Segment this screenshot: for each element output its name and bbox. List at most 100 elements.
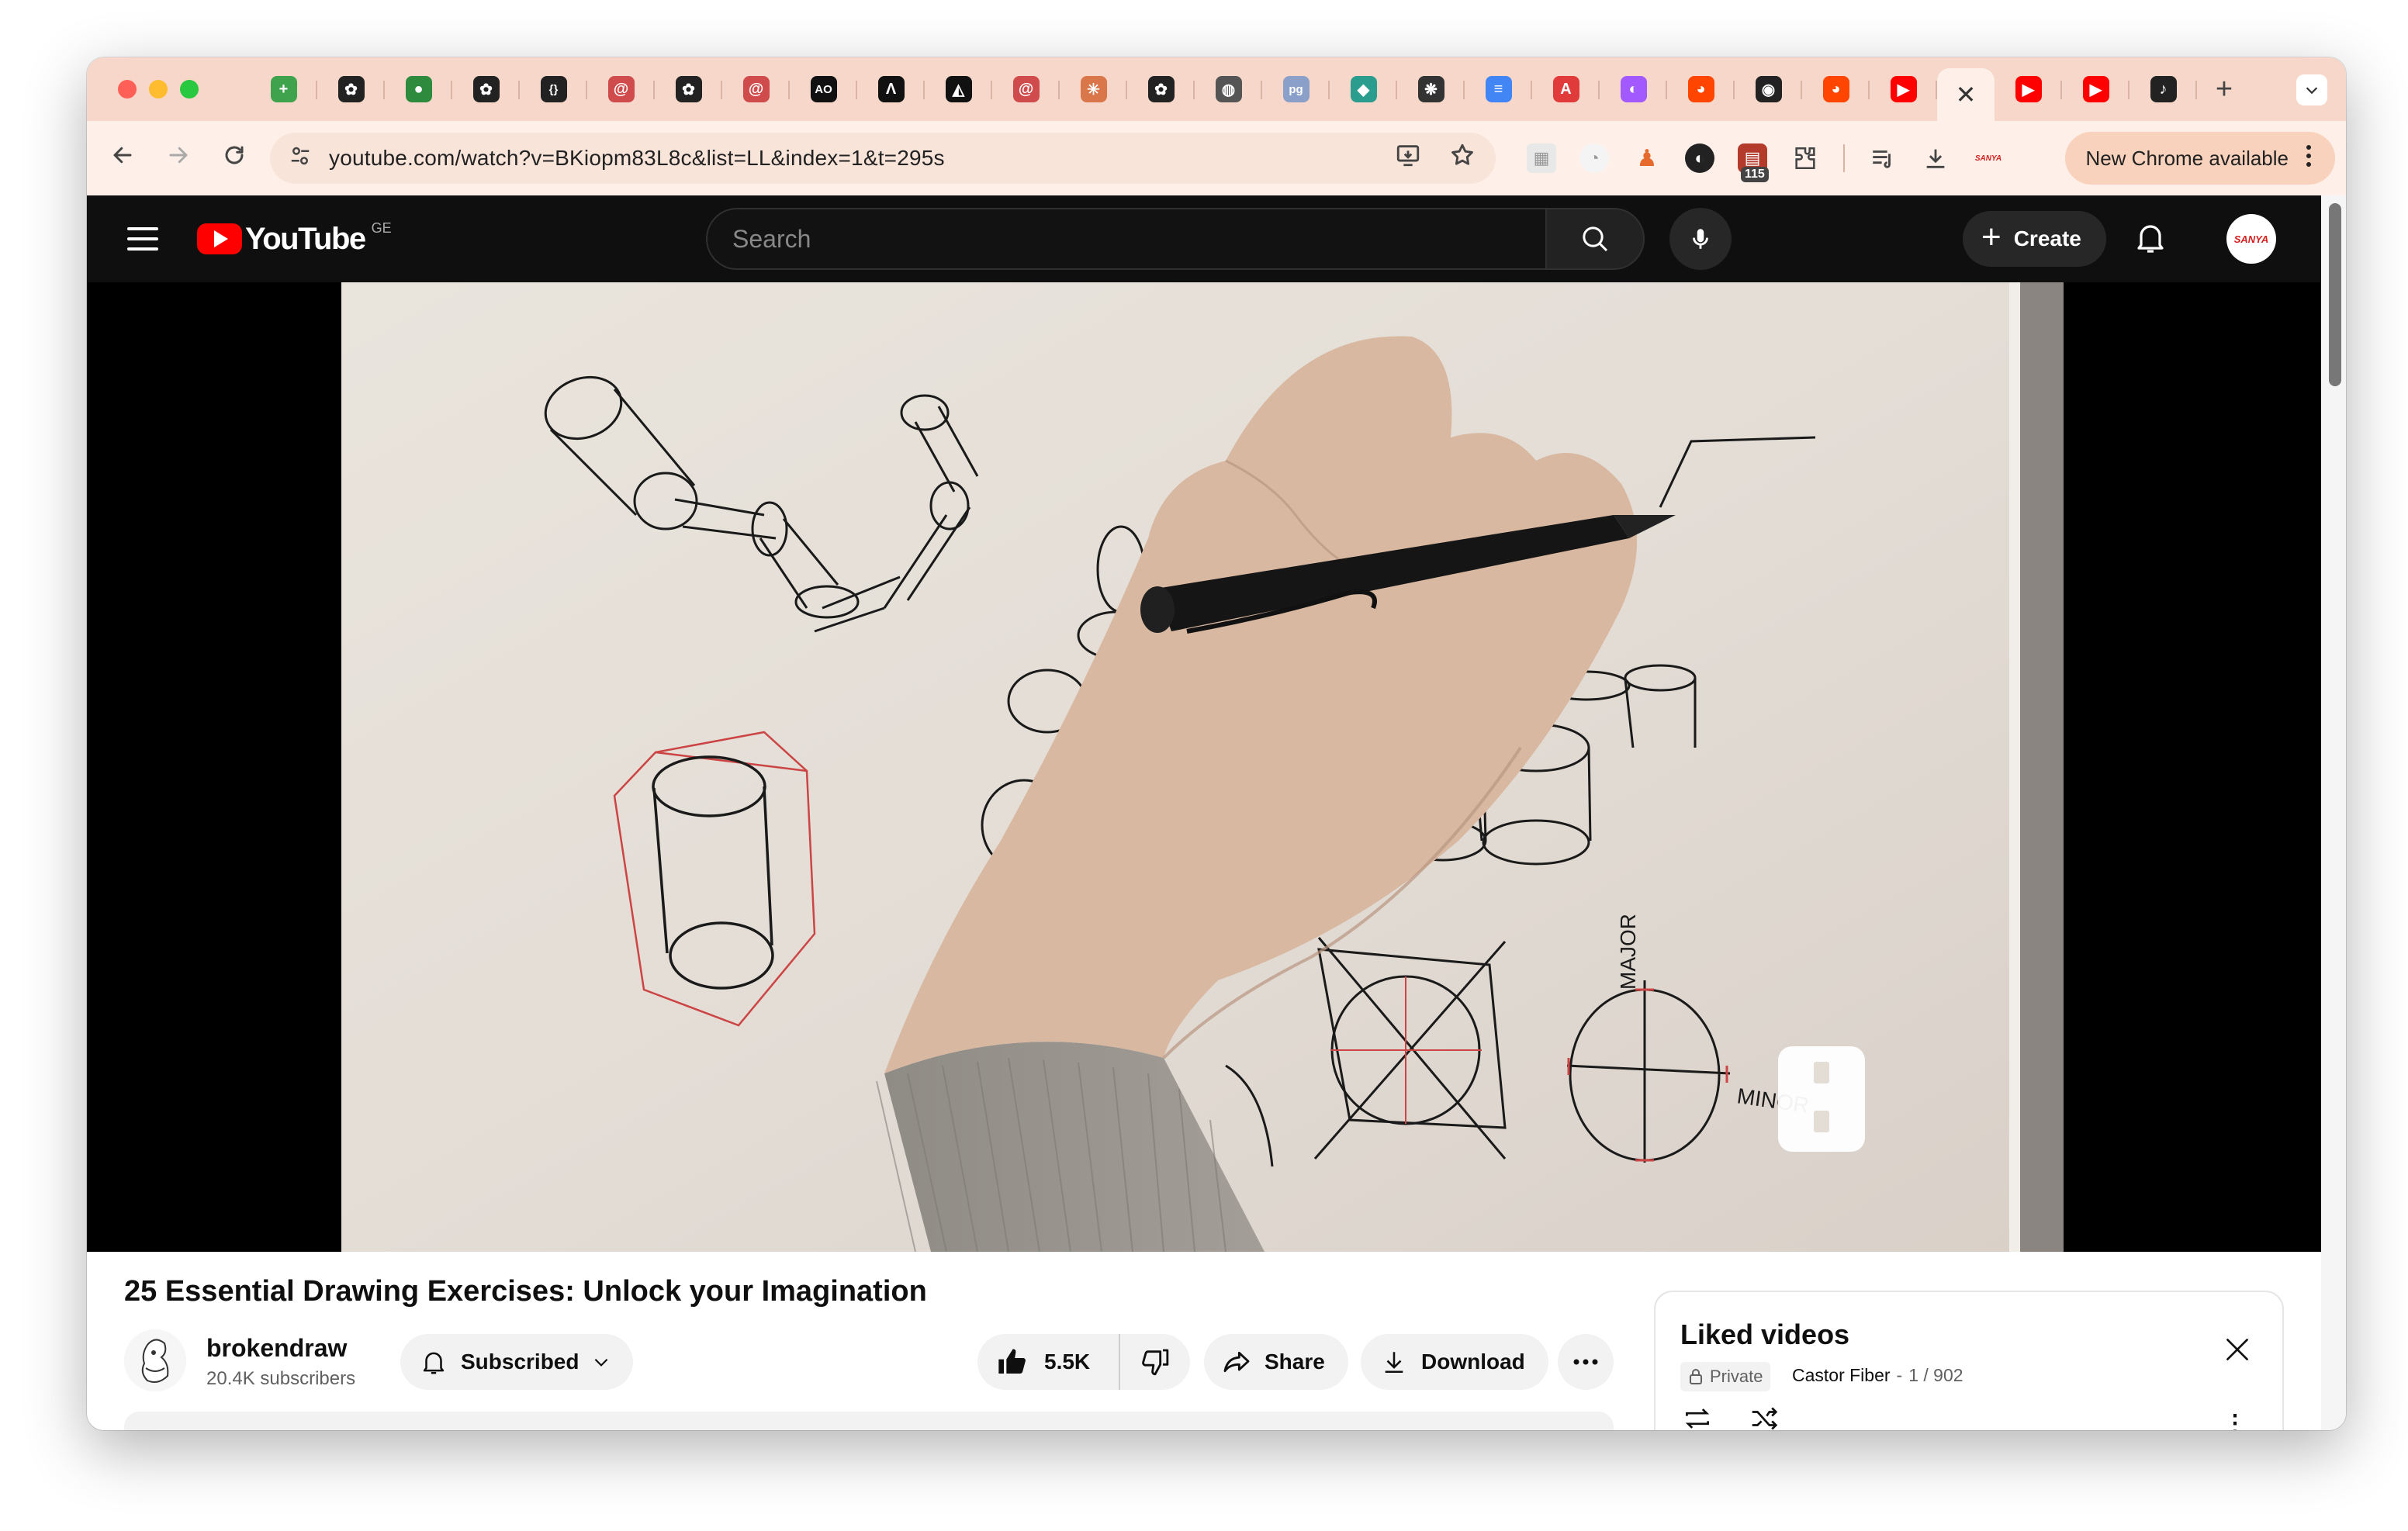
address-bar[interactable]: youtube.com/watch?v=BKiopm83L8c&list=LL&… — [270, 133, 1496, 184]
browser-tab[interactable]: ◍ — [1195, 57, 1262, 121]
reading-list-icon[interactable] — [1868, 143, 1898, 173]
browser-tab[interactable]: ▶ — [1995, 57, 2062, 121]
microphone-icon — [1693, 229, 1708, 249]
browser-tab[interactable]: ✿ — [1127, 57, 1195, 121]
playlist-owner[interactable]: Castor Fiber — [1792, 1365, 1891, 1386]
bookmark-star-icon[interactable] — [1449, 142, 1476, 175]
thumbs-down-icon — [1142, 1349, 1169, 1376]
share-button[interactable]: Share — [1204, 1334, 1348, 1390]
channel-name[interactable]: brokendraw — [206, 1334, 347, 1363]
back-button[interactable] — [95, 143, 150, 174]
flower-icon: ❋ — [1417, 76, 1444, 102]
search-input[interactable]: Search — [706, 208, 1547, 270]
browser-tab[interactable]: ◐ — [1600, 57, 1667, 121]
forward-button[interactable] — [150, 143, 206, 174]
browser-tab[interactable]: ● — [385, 57, 452, 121]
browser-tab[interactable]: ✿ — [452, 57, 520, 121]
new-tab-button[interactable]: + — [2197, 73, 2251, 106]
bell-icon — [423, 1352, 445, 1374]
openai-icon: ✿ — [337, 76, 365, 102]
new-chrome-available-button[interactable]: New Chrome available — [2065, 132, 2335, 185]
close-tab-icon[interactable]: ✕ — [1956, 80, 1977, 109]
browser-tab[interactable]: ◕ — [1667, 57, 1735, 121]
hamburger-menu-icon[interactable] — [127, 227, 158, 251]
minimize-window-button[interactable] — [149, 80, 168, 98]
subscriber-count: 20.4K subscribers — [206, 1368, 356, 1389]
like-button[interactable]: 5.5K — [977, 1334, 1120, 1390]
share-label: Share — [1265, 1350, 1325, 1374]
browser-tab[interactable]: ❋ — [1397, 57, 1465, 121]
install-app-icon[interactable] — [1395, 142, 1421, 175]
extension-grid-icon[interactable]: ▦ — [1527, 143, 1556, 173]
channel-avatar[interactable] — [124, 1329, 186, 1391]
maximize-window-button[interactable] — [180, 80, 199, 98]
close-playlist-button[interactable] — [2222, 1334, 2253, 1369]
browser-tab[interactable]: ▶ — [1870, 57, 1937, 121]
site-settings-icon[interactable] — [289, 144, 312, 173]
subscribed-label: Subscribed — [461, 1350, 580, 1374]
browser-tab[interactable]: ◭ — [925, 57, 992, 121]
more-actions-button[interactable] — [1558, 1334, 1614, 1390]
browser-tab[interactable]: ✿ — [655, 57, 722, 121]
browser-tab[interactable]: ◆ — [1330, 57, 1397, 121]
profile-avatar[interactable]: SANYA — [1974, 143, 2003, 173]
browser-tab[interactable]: ≡ — [1465, 57, 1532, 121]
browser-tab[interactable]: @ — [587, 57, 655, 121]
browser-tab[interactable]: @ — [992, 57, 1060, 121]
youtube-logo[interactable]: YouTube GE — [197, 220, 392, 257]
browser-tab[interactable]: ◕ — [1802, 57, 1870, 121]
tab-search-chevron-icon[interactable] — [2296, 74, 2327, 105]
browser-tab[interactable]: Λ — [857, 57, 925, 121]
video-frame-drawing: MAJOR MINOR — [341, 282, 2064, 1252]
browser-tab[interactable]: ✿ — [317, 57, 385, 121]
browser-tab[interactable]: AO — [790, 57, 857, 121]
download-button[interactable]: Download — [1361, 1334, 1548, 1390]
playlist-more-icon[interactable]: ⋮ — [2223, 1410, 2247, 1430]
kebab-menu-icon[interactable] — [2306, 144, 2312, 173]
subscribed-button[interactable]: Subscribed — [400, 1334, 634, 1390]
dislike-button[interactable] — [1120, 1346, 1190, 1377]
acrobat-icon: A — [1552, 76, 1579, 102]
browser-tab[interactable]: @ — [722, 57, 790, 121]
browser-tab[interactable]: + — [250, 57, 317, 121]
meta-separator: - — [1896, 1365, 1903, 1385]
shuffle-icon[interactable] — [1747, 1405, 1781, 1430]
extension-chess-icon[interactable]: ♟ — [1632, 143, 1662, 173]
video-player[interactable]: MAJOR MINOR 8 — [87, 282, 2321, 1252]
scrollbar-thumb[interactable] — [2329, 203, 2341, 386]
reddit-icon: ◕ — [1822, 76, 1849, 102]
playlist-title[interactable]: Liked videos — [1680, 1318, 1849, 1351]
loop-icon[interactable] — [1680, 1405, 1714, 1430]
download-icon — [1385, 1352, 1403, 1374]
create-button[interactable]: + Create — [1963, 211, 2106, 267]
at-sign-icon: @ — [607, 76, 635, 102]
browser-tab[interactable]: {} — [520, 57, 587, 121]
browser-tab[interactable]: ♪ — [2129, 57, 2197, 121]
browser-tab[interactable]: pg — [1262, 57, 1330, 121]
active-tab[interactable]: ✕ — [1937, 68, 1995, 121]
reload-button[interactable] — [206, 143, 262, 174]
close-window-button[interactable] — [118, 80, 137, 98]
browser-tab[interactable]: ✳ — [1060, 57, 1127, 121]
account-avatar[interactable]: SANYA — [2226, 214, 2276, 264]
window-controls — [118, 80, 250, 98]
description-box[interactable] — [124, 1412, 1614, 1430]
voice-search-button[interactable] — [1669, 208, 1732, 270]
globe-icon: ◍ — [1215, 76, 1242, 102]
extension-calendar-icon[interactable]: ▤ 115 — [1738, 143, 1769, 182]
browser-tab[interactable]: ◉ — [1735, 57, 1802, 121]
search-button[interactable] — [1545, 208, 1645, 270]
extension-dark-circle-icon[interactable]: ◐ — [1685, 143, 1714, 173]
figma-icon: ◐ — [1620, 76, 1647, 102]
pg-icon: pg — [1282, 76, 1310, 102]
notifications-bell-icon[interactable] — [2132, 219, 2169, 260]
download-label: Download — [1421, 1350, 1525, 1374]
extension-clock-icon[interactable]: ◔ — [1579, 143, 1609, 173]
downloads-icon[interactable] — [1921, 143, 1950, 173]
url-text[interactable]: youtube.com/watch?v=BKiopm83L8c&list=LL&… — [329, 146, 945, 171]
extensions-puzzle-icon[interactable] — [1790, 143, 1820, 173]
arrow-right-icon — [169, 147, 188, 163]
browser-tab[interactable]: A — [1532, 57, 1600, 121]
browser-tab[interactable]: ▶ — [2062, 57, 2129, 121]
youtube-header: YouTube GE Search + Create SANYA — [87, 195, 2321, 282]
